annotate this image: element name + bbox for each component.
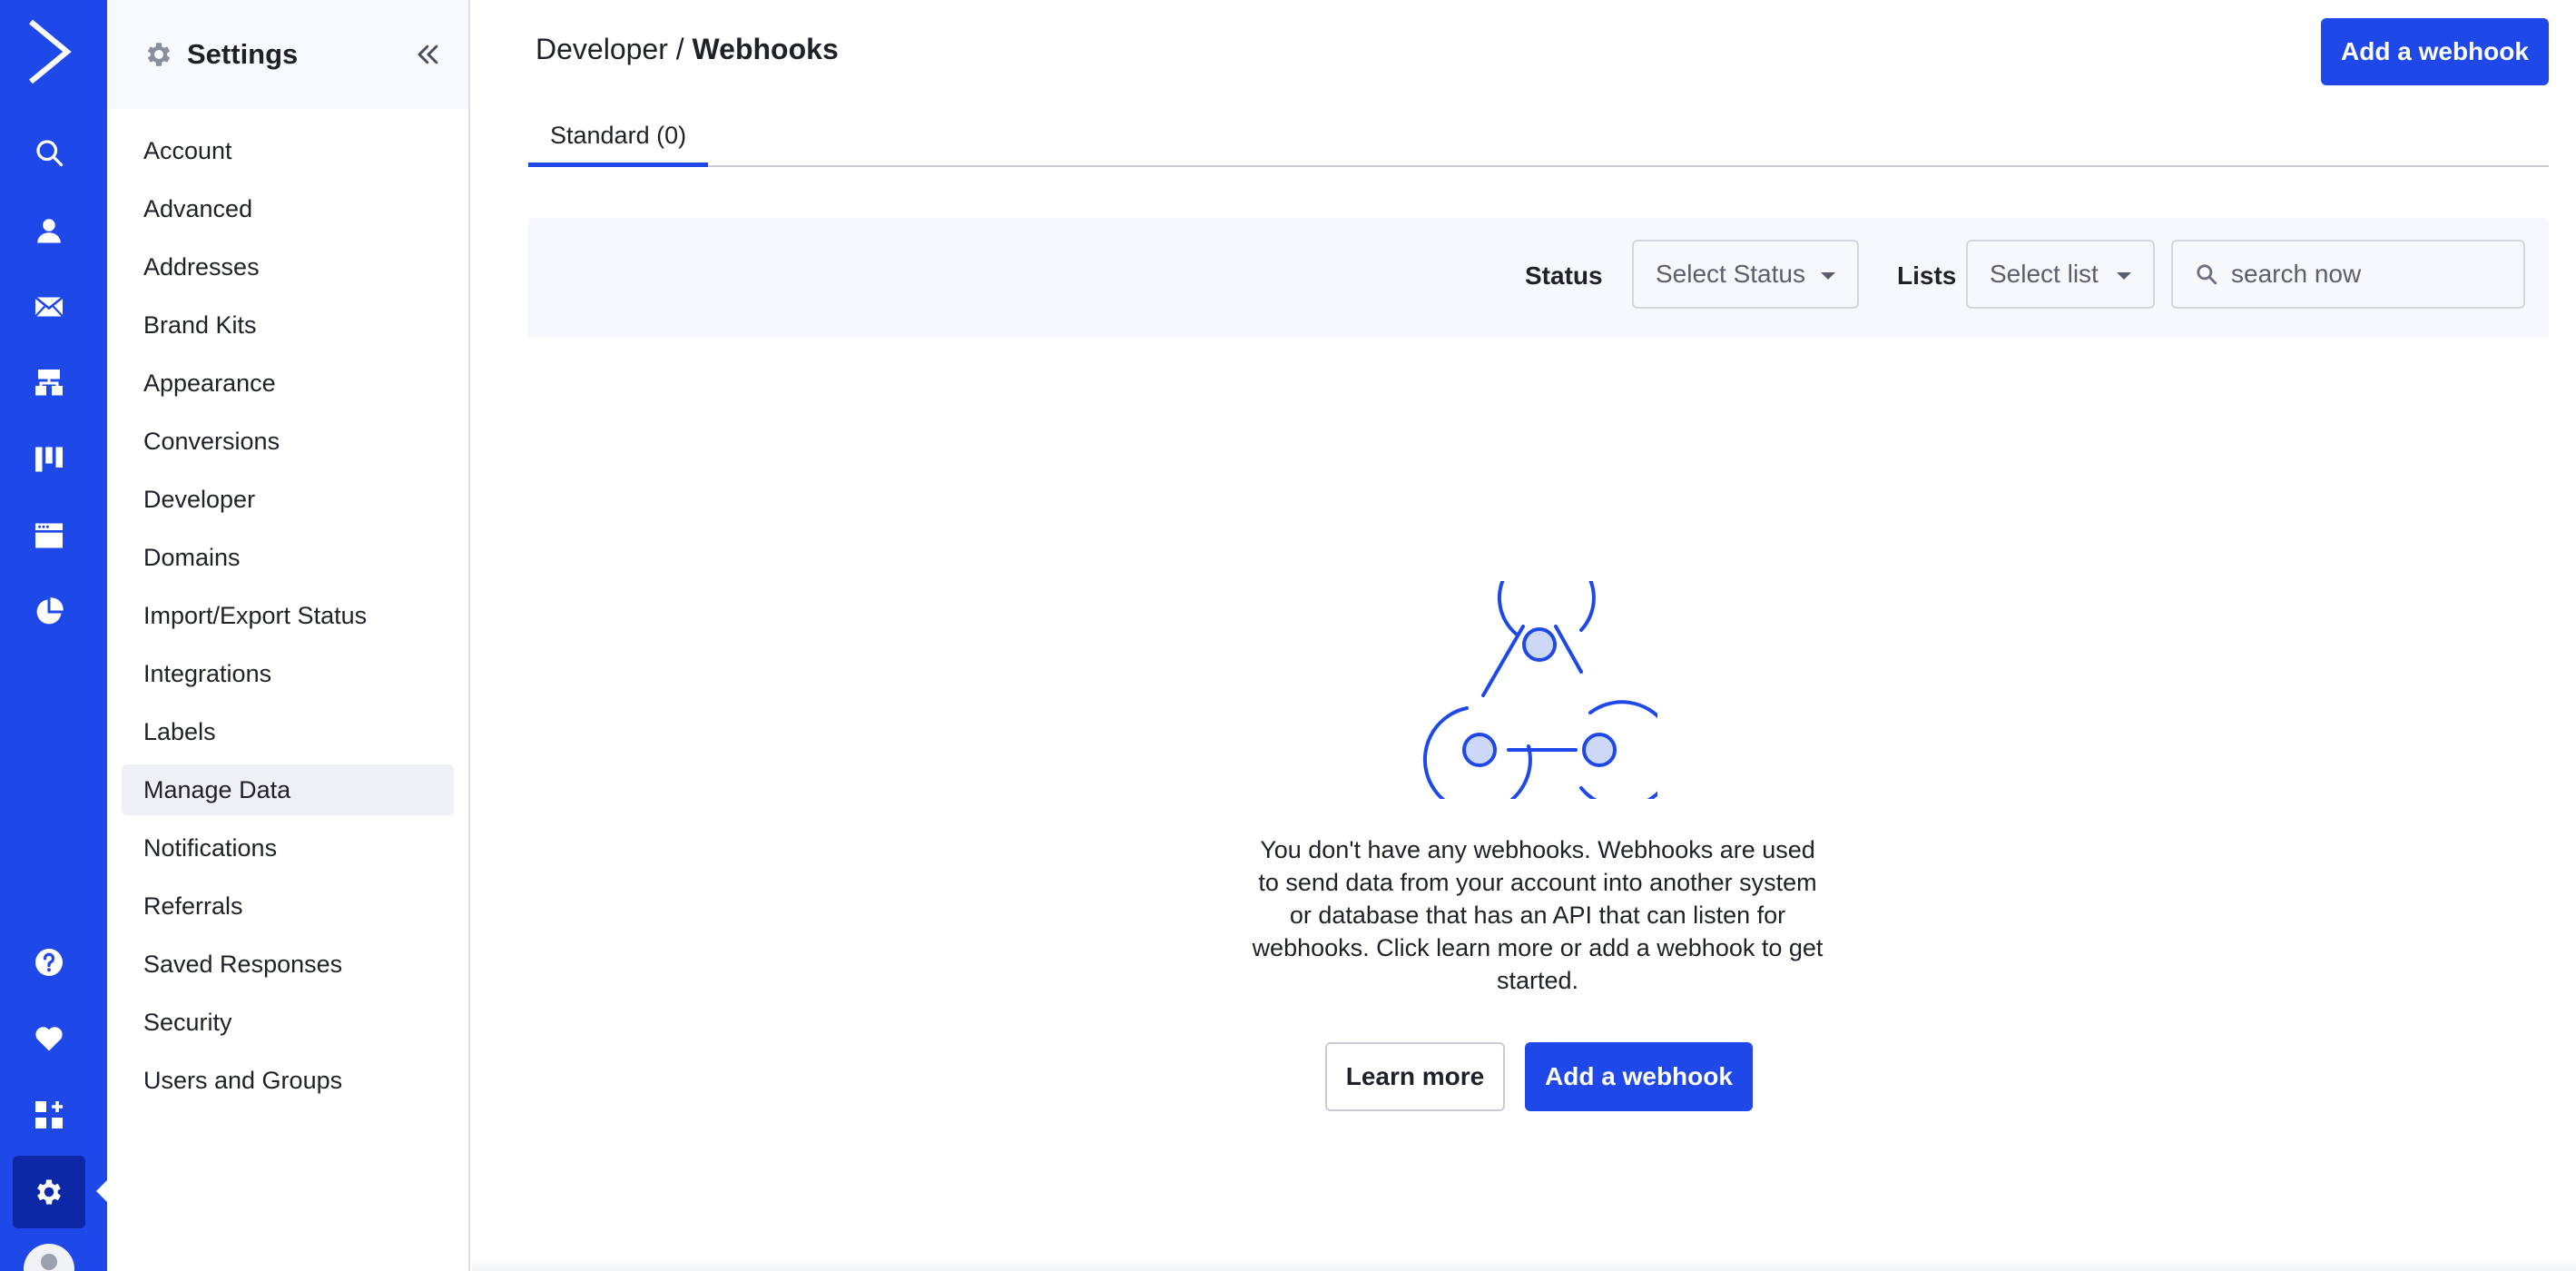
status-filter-label: Status: [1525, 261, 1603, 290]
search-icon: [2197, 264, 2217, 285]
app-rail: [0, 0, 107, 1271]
search-icon[interactable]: [24, 127, 74, 178]
sidebar-item-manage-data[interactable]: Manage Data: [122, 764, 454, 815]
apps-icon[interactable]: [24, 1089, 74, 1140]
bottom-divider: [472, 1258, 2576, 1271]
add-webhook-button[interactable]: Add a webhook: [2321, 18, 2549, 85]
sidebar-item-advanced[interactable]: Advanced: [122, 183, 454, 234]
gear-icon: [147, 43, 171, 66]
breadcrumb-separator: /: [667, 33, 693, 65]
collapse-sidebar-button[interactable]: [408, 34, 448, 74]
sidebar-item-domains[interactable]: Domains: [122, 532, 454, 583]
sidebar-item-labels[interactable]: Labels: [122, 706, 454, 757]
settings-icon[interactable]: [13, 1156, 85, 1228]
double-chevron-left-icon: [418, 44, 438, 64]
reports-icon[interactable]: [24, 586, 74, 637]
filter-bar: Status Select Status Lists Select list: [528, 218, 2549, 338]
search-input[interactable]: [2231, 260, 2522, 289]
sidebar-header: Settings: [107, 0, 468, 109]
empty-state-message: You don't have any webhooks. Webhooks ar…: [1252, 836, 1824, 994]
favorites-icon[interactable]: [24, 1013, 74, 1064]
help-icon[interactable]: [24, 937, 74, 988]
sidebar-item-security[interactable]: Security: [122, 997, 454, 1048]
sidebar-item-brand-kits[interactable]: Brand Kits: [122, 300, 454, 350]
search-box: [2171, 240, 2525, 309]
automations-icon[interactable]: [24, 358, 74, 409]
tab-bar: Standard (0): [528, 109, 2549, 167]
learn-more-button[interactable]: Learn more: [1325, 1042, 1505, 1111]
sidebar-item-conversions[interactable]: Conversions: [122, 416, 454, 467]
main-content: Developer / Webhooks Add a webhook Stand…: [472, 0, 2576, 1271]
breadcrumb: Developer / Webhooks: [536, 33, 839, 66]
page-title: Webhooks: [692, 33, 839, 65]
sidebar-item-developer[interactable]: Developer: [122, 474, 454, 525]
sidebar-item-referrals[interactable]: Referrals: [122, 881, 454, 931]
sidebar-title: Settings: [187, 38, 299, 70]
status-select-value: Select Status: [1656, 260, 1805, 288]
avatar[interactable]: [24, 1244, 74, 1271]
contacts-icon[interactable]: [24, 205, 74, 256]
lists-select[interactable]: Select list: [1966, 240, 2155, 309]
campaigns-icon[interactable]: [24, 281, 74, 332]
settings-sidebar: Settings Account Advanced Addresses Bran…: [107, 0, 470, 1271]
tab-standard[interactable]: Standard (0): [528, 109, 709, 167]
settings-nav: Account Advanced Addresses Brand Kits Ap…: [107, 109, 468, 1106]
caret-down-icon: [2117, 272, 2131, 280]
sidebar-item-notifications[interactable]: Notifications: [122, 823, 454, 873]
sidebar-item-integrations[interactable]: Integrations: [122, 648, 454, 699]
status-select[interactable]: Select Status: [1632, 240, 1859, 309]
sidebar-item-import-export-status[interactable]: Import/Export Status: [122, 590, 454, 641]
lists-filter-label: Lists: [1897, 261, 1957, 290]
sidebar-item-addresses[interactable]: Addresses: [122, 241, 454, 292]
active-indicator: [96, 1180, 107, 1202]
activecampaign-chevron-logo[interactable]: [27, 20, 73, 84]
lists-select-value: Select list: [1990, 260, 2099, 288]
webhook-icon: [1422, 581, 1657, 799]
breadcrumb-parent[interactable]: Developer: [536, 33, 668, 65]
site-icon[interactable]: [24, 510, 74, 561]
sidebar-item-account[interactable]: Account: [122, 125, 454, 176]
deals-icon[interactable]: [24, 434, 74, 485]
add-webhook-empty-button[interactable]: Add a webhook: [1525, 1042, 1753, 1111]
sidebar-item-users-and-groups[interactable]: Users and Groups: [122, 1055, 454, 1106]
caret-down-icon: [1821, 272, 1835, 280]
sidebar-item-saved-responses[interactable]: Saved Responses: [122, 939, 454, 990]
sidebar-item-appearance[interactable]: Appearance: [122, 358, 454, 409]
